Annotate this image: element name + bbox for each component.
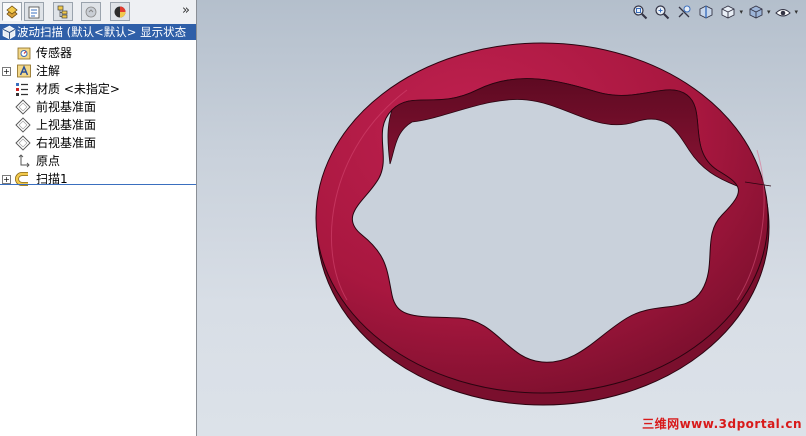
- sensor-icon: [17, 47, 31, 60]
- feature-manager-panel: » 波动扫描 (默认<默认> 显示状态 传感器 + 注解 材质 <未指定> 前视…: [0, 0, 197, 436]
- tree-item-annotations[interactable]: + 注解: [0, 62, 196, 80]
- tree-item-label: 前视基准面: [36, 100, 97, 114]
- featuremanager-icon: [6, 4, 18, 19]
- origin-icon: [18, 154, 30, 168]
- material-icon: [16, 83, 28, 96]
- tree-item-sensors[interactable]: 传感器: [0, 44, 196, 62]
- tab-propertymanager[interactable]: [24, 2, 44, 21]
- propertymanager-icon: [28, 6, 40, 18]
- plane-icon: [15, 135, 31, 151]
- tab-featuremanager[interactable]: [2, 2, 22, 21]
- expand-icon[interactable]: +: [2, 175, 11, 184]
- manager-tab-bar: »: [0, 0, 196, 25]
- tree-item-right-plane[interactable]: 右视基准面: [0, 134, 196, 152]
- tree-item-front-plane[interactable]: 前视基准面: [0, 98, 196, 116]
- tree-item-label: 注解: [36, 64, 61, 78]
- part-icon: [2, 25, 16, 40]
- tree-item-label: 材质 <未指定>: [36, 82, 120, 96]
- annotation-icon: [17, 64, 31, 78]
- tree-divider: [0, 184, 196, 185]
- more-tabs-button[interactable]: »: [182, 3, 190, 18]
- tree-item-sweep1[interactable]: + 扫描1: [0, 170, 196, 188]
- tree-root-label: 波动扫描 (默认<默认> 显示状态: [17, 25, 187, 39]
- tree-item-top-plane[interactable]: 上视基准面: [0, 116, 196, 134]
- plane-icon: [15, 99, 31, 115]
- tree-item-label: 传感器: [36, 46, 73, 60]
- plane-icon: [15, 117, 31, 133]
- tab-configurationmanager[interactable]: [53, 2, 73, 21]
- tab-dimxpert[interactable]: [81, 2, 101, 21]
- tree-item-label: 上视基准面: [36, 118, 97, 132]
- watermark-text: 三维网www.3dportal.cn: [642, 417, 802, 431]
- wavy-sweep-ring-model[interactable]: [197, 0, 806, 436]
- graphics-area[interactable]: ▾ ▾ ▾ 三维网www.3dportal.cn: [197, 0, 806, 436]
- expand-icon[interactable]: +: [2, 67, 11, 76]
- configurationmanager-icon: [57, 5, 68, 18]
- dimxpert-icon: [85, 6, 97, 17]
- tree-item-label: 扫描1: [36, 172, 68, 186]
- tree-item-origin[interactable]: 原点: [0, 152, 196, 170]
- tree-item-label: 右视基准面: [36, 136, 97, 150]
- tree-root-part[interactable]: 波动扫描 (默认<默认> 显示状态: [0, 24, 196, 40]
- tab-display-manager[interactable]: [110, 2, 130, 21]
- tree-item-material[interactable]: 材质 <未指定>: [0, 80, 196, 98]
- display-manager-icon: [114, 6, 126, 17]
- tree-item-label: 原点: [36, 154, 61, 168]
